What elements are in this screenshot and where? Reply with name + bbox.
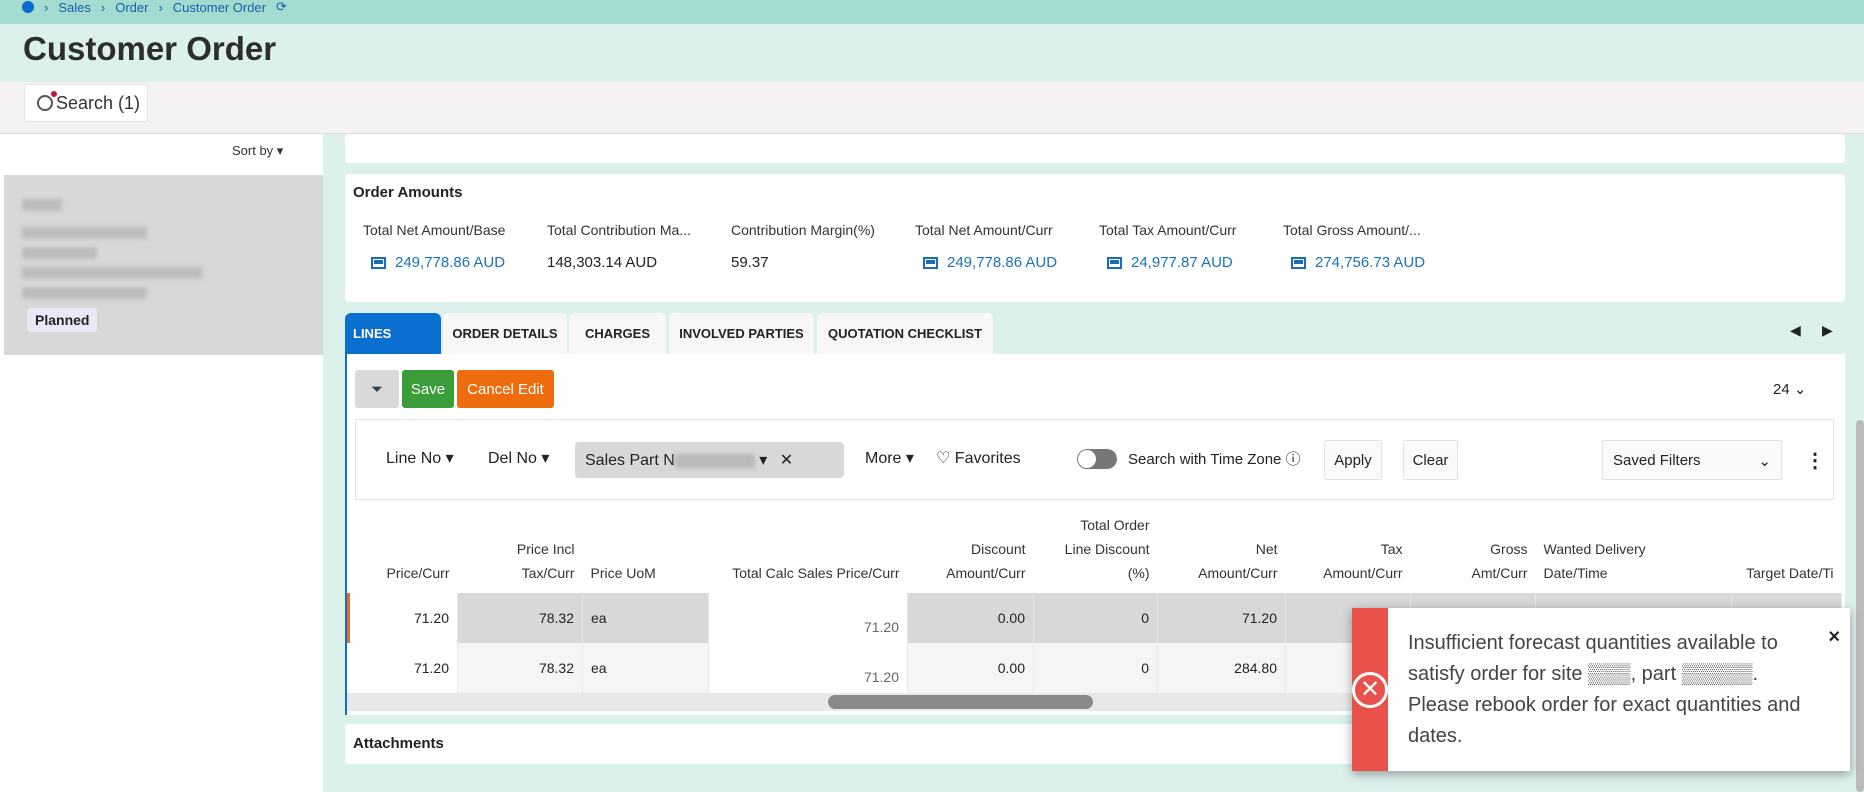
crumb-order[interactable]: Order [115,0,148,15]
amount-label: Total Tax Amount/Curr [1099,222,1237,238]
filter-line-no[interactable]: Line No ▾ [386,448,454,468]
tab-involved-parties[interactable]: INVOLVED PARTIES [669,313,814,354]
home-icon[interactable] [22,1,34,13]
remove-filter-icon[interactable]: ✕ [780,452,793,469]
amount-value[interactable]: 249,778.86 AUD [371,254,505,271]
status-badge: Planned [27,308,98,332]
table-cell[interactable]: 71.20 [708,593,908,643]
table-cell[interactable]: 71.20 [1157,593,1286,643]
column-header[interactable]: Price Incl Tax/Curr [458,511,583,593]
filter-button[interactable]: ⏷ [355,370,399,408]
tab-lines[interactable]: LINES [345,313,441,354]
search-bar [0,82,1864,134]
column-header[interactable]: Wanted Delivery Date/Time [1536,511,1732,593]
error-toast: ✕ Insufficient forecast quantities avail… [1352,608,1850,771]
header-card [345,134,1845,163]
refresh-icon[interactable]: ⟳ [276,0,287,15]
time-zone-label: Search with Time Zone ⓘ [1128,451,1301,468]
column-header[interactable]: Gross Amt/Curr [1411,511,1536,593]
page-size-select[interactable]: 24 ⌄ [1773,380,1806,398]
search-button[interactable]: Search (1) [24,84,148,122]
page-title: Customer Order [23,30,277,67]
toast-message: Insufficient forecast quantities availab… [1408,632,1801,747]
cancel-edit-button[interactable]: Cancel Edit [457,370,554,408]
column-header[interactable]: Target Date/Ti [1732,511,1842,593]
table-cell[interactable]: 71.20 [347,593,458,643]
scrollbar-thumb[interactable] [828,695,1093,709]
table-cell[interactable]: ea [582,643,709,693]
column-header[interactable]: Price UoM [583,511,709,593]
heart-icon: ♡ [936,450,951,467]
save-button[interactable]: Save [402,370,454,408]
more-options-icon[interactable]: ⋮ [1805,448,1825,473]
title-bar [0,24,1864,82]
amount-label: Contribution Margin(%) [731,222,875,238]
sort-by-button[interactable]: Sort by ▾ [232,143,283,159]
filter-icon: ⏷ [370,380,383,398]
table-cell[interactable]: 71.20 [708,643,908,693]
table-cell[interactable]: 0 [1033,643,1158,693]
column-header[interactable]: Discount Amount/Curr [908,511,1034,593]
crumb-customer-order[interactable]: Customer Order [173,0,266,15]
column-header[interactable]: Tax Amount/Curr [1286,511,1411,593]
amount-value: 148,303.14 AUD [547,254,658,271]
amount-value[interactable]: 24,977.87 AUD [1107,254,1233,271]
tab-order-details[interactable]: ORDER DETAILS [443,313,567,354]
table-cell[interactable]: 78.32 [457,643,583,693]
monitor-icon [371,256,386,269]
time-zone-toggle[interactable] [1077,449,1117,469]
amount-value: 59.37 [731,254,769,271]
filter-sales-part[interactable]: Sales Part N ▾ ✕ [575,442,844,478]
tab-charges[interactable]: CHARGES [569,313,666,354]
filter-more[interactable]: More ▾ [865,448,914,468]
search-icon [37,91,57,111]
column-header[interactable]: Total Order Line Discount (%) [1034,511,1158,593]
tab-scroll-left[interactable]: ◀ [1790,322,1801,339]
vertical-scrollbar[interactable] [1856,420,1864,792]
tab-quotation-checklist[interactable]: QUOTATION CHECKLIST [817,313,993,354]
filter-del-no[interactable]: Del No ▾ [488,448,549,468]
amount-value[interactable]: 249,778.86 AUD [923,254,1057,271]
table-cell[interactable]: 0.00 [907,643,1034,693]
amount-label: Total Gross Amount/... [1283,222,1421,238]
table-cell[interactable]: ea [582,593,709,643]
amount-label: Total Contribution Ma... [547,222,691,238]
close-toast-button[interactable]: × [1828,626,1840,649]
monitor-icon [1291,256,1306,269]
table-cell[interactable]: 0.00 [907,593,1034,643]
table-cell[interactable]: 284.80 [1157,643,1286,693]
search-label: Search (1) [56,92,141,113]
breadcrumb: › Sales › Order › Customer Order ⟳ [0,0,1864,24]
amount-value[interactable]: 274,756.73 AUD [1291,254,1425,271]
amount-label: Total Net Amount/Curr [915,222,1053,238]
monitor-icon [1107,256,1122,269]
error-icon: ✕ [1352,671,1388,708]
favorites-button[interactable]: ♡ Favorites [936,448,1021,468]
column-header[interactable]: Total Calc Sales Price/Curr [709,511,908,593]
crumb-sales[interactable]: Sales [58,0,91,15]
clear-button[interactable]: Clear [1403,440,1458,480]
info-icon: ⓘ [1285,451,1301,468]
monitor-icon [923,256,938,269]
saved-filters-select[interactable]: Saved Filters ⌄ [1602,440,1782,480]
table-cell[interactable]: 71.20 [348,643,458,693]
order-amounts-title: Order Amounts [353,184,463,201]
amount-label: Total Net Amount/Base [363,222,506,238]
column-header[interactable]: Price/Curr [349,511,458,593]
order-amounts-card: Order Amounts Total Net Amount/Base 249,… [345,174,1845,302]
table-cell[interactable]: 78.32 [457,593,583,643]
apply-button[interactable]: Apply [1324,440,1382,480]
table-cell[interactable]: 0 [1033,593,1158,643]
tab-scroll-right[interactable]: ▶ [1822,322,1833,339]
column-header[interactable]: Net Amount/Curr [1158,511,1286,593]
